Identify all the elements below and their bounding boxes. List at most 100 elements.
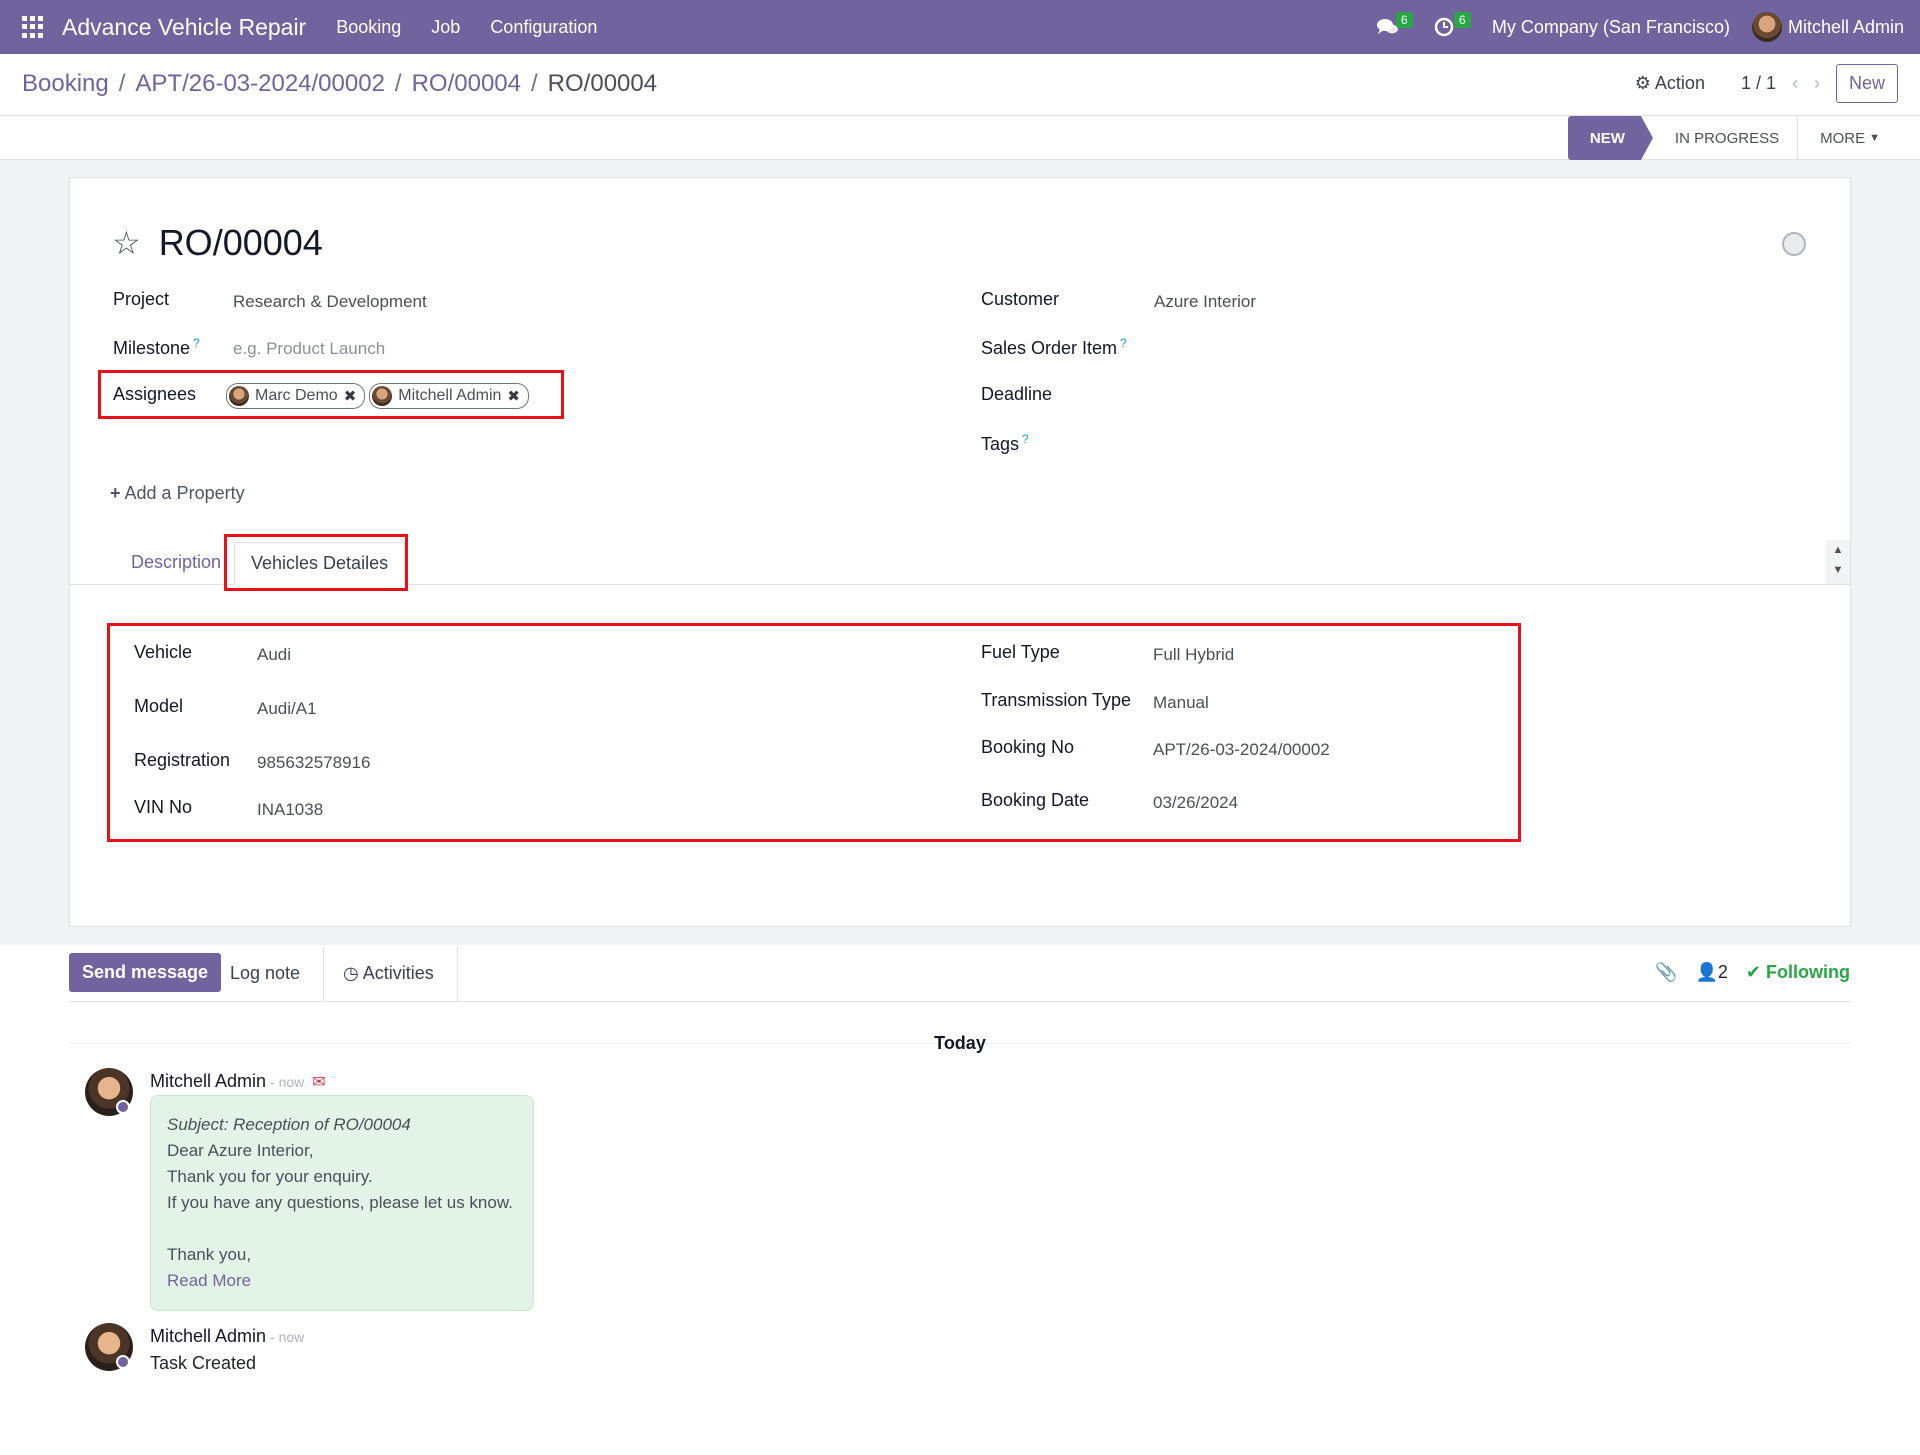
check-icon: ✔ [1745, 962, 1761, 982]
today-label: Today [934, 1033, 986, 1053]
star-icon[interactable]: ☆ [112, 227, 141, 259]
control-panel: Booking / APT/26-03-2024/00002 / RO/0000… [0, 54, 1920, 116]
activities-badge: 6 [1453, 12, 1471, 28]
top-navbar: Advance Vehicle Repair Booking Job Confi… [0, 0, 1920, 54]
followers-button[interactable]: 👤2 [1695, 962, 1727, 983]
breadcrumb-booking[interactable]: Booking [22, 70, 109, 98]
breadcrumb-separator: / [394, 70, 402, 97]
customer-field[interactable]: Azure Interior [1154, 292, 1256, 312]
divider [323, 946, 324, 1002]
scroll-arrows[interactable]: ▲ ▼ [1826, 540, 1850, 584]
breadcrumb-repair-order[interactable]: RO/00004 [412, 70, 521, 98]
company-switcher[interactable]: My Company (San Francisco) [1492, 17, 1730, 38]
user-name: Mitchell Admin [1787, 16, 1904, 37]
menu-booking[interactable]: Booking [336, 17, 401, 38]
highlight-box-assignees [98, 370, 564, 419]
chatter-topbar [69, 946, 1851, 1002]
add-property-label: Add a Property [124, 483, 245, 503]
chevron-right-icon[interactable]: › [1814, 73, 1820, 94]
apps-grid-icon[interactable] [22, 16, 44, 38]
customer-label: Customer [981, 289, 1060, 309]
clock-icon [1434, 17, 1454, 37]
tab-description[interactable]: Description [131, 552, 221, 573]
highlight-box-vehicle-details [107, 623, 1521, 842]
breadcrumb-separator: / [531, 70, 538, 97]
deadline-label: Deadline [981, 384, 1053, 404]
milestone-label: Milestone? [113, 336, 200, 359]
read-more-link[interactable]: Read More [167, 1268, 517, 1294]
message-header: Mitchell Admin - now [150, 1326, 304, 1347]
new-button[interactable]: New [1835, 64, 1898, 103]
user-icon: 👤 [1695, 962, 1718, 982]
breadcrumb: Booking / APT/26-03-2024/00002 / RO/0000… [22, 70, 657, 98]
breadcrumb-appointment[interactable]: APT/26-03-2024/00002 [135, 70, 385, 98]
online-status-icon [116, 1355, 130, 1369]
app-name[interactable]: Advance Vehicle Repair [62, 14, 306, 41]
messaging-menu[interactable]: 6 [1376, 12, 1413, 42]
activities-button[interactable]: ◷ Activities [343, 963, 434, 984]
help-icon[interactable]: ? [193, 336, 200, 350]
kanban-state-circle[interactable] [1782, 232, 1806, 256]
highlight-box-tab [224, 534, 408, 591]
following-button[interactable]: ✔ Following [1746, 962, 1850, 983]
stage-statusbar: NEW IN PROGRESS MORE ▼ [1568, 116, 1898, 160]
status-bar-row: NEW IN PROGRESS MORE ▼ [0, 116, 1920, 160]
chatter-right: 📎 👤2 ✔ Following [1655, 962, 1850, 983]
action-label: Action [1654, 73, 1705, 93]
stage-new[interactable]: NEW [1568, 116, 1653, 160]
caret-up-icon[interactable]: ▲ [1826, 540, 1850, 560]
project-label: Project [113, 289, 170, 309]
caret-down-icon[interactable]: ▼ [1826, 560, 1850, 580]
breadcrumb-separator: / [118, 70, 126, 97]
pager-value[interactable]: 1 / 1 [1741, 73, 1776, 94]
navbar-systray: 6 6 My Company (San Francisco) Mitchell … [1376, 0, 1904, 54]
message-time: - now [270, 1329, 305, 1345]
message-bubble: Subject: Reception of RO/00004 Dear Azur… [150, 1095, 534, 1311]
message-line: If you have any questions, please let us… [167, 1193, 513, 1212]
message-author[interactable]: Mitchell Admin [150, 1326, 266, 1346]
stage-in-progress[interactable]: IN PROGRESS [1653, 116, 1799, 160]
task-title[interactable]: RO/00004 [159, 222, 323, 264]
message-author[interactable]: Mitchell Admin [150, 1071, 266, 1091]
tags-label-text: Tags [981, 434, 1020, 454]
message-subject: Subject: Reception of RO/00004 [167, 1115, 411, 1134]
milestone-label-text: Milestone [113, 338, 191, 358]
tags-label: Tags? [981, 432, 1029, 455]
activities-label: Activities [362, 963, 434, 983]
send-message-button[interactable]: Send message [69, 953, 222, 992]
sales-order-item-label: Sales Order Item? [981, 336, 1127, 359]
message-line [167, 1216, 517, 1242]
message-line: Thank you, [167, 1245, 252, 1264]
message-header: Mitchell Admin - now ✉ [150, 1071, 326, 1092]
caret-down-icon: ▼ [1869, 132, 1880, 144]
divider [457, 946, 458, 1002]
plus-icon: + [110, 483, 121, 503]
stage-more-dropdown[interactable]: MORE ▼ [1798, 116, 1898, 160]
project-field[interactable]: Research & Development [233, 292, 427, 312]
user-menu[interactable]: Mitchell Admin [1751, 12, 1904, 42]
title-row: ☆ RO/00004 [112, 222, 323, 264]
milestone-field[interactable]: e.g. Product Launch [233, 339, 385, 359]
menu-configuration[interactable]: Configuration [490, 17, 597, 38]
main-menu: Booking Job Configuration [336, 17, 597, 38]
activity-menu[interactable]: 6 [1434, 12, 1471, 42]
help-icon[interactable]: ? [1022, 432, 1029, 446]
help-icon[interactable]: ? [1120, 336, 1127, 350]
menu-job[interactable]: Job [431, 17, 460, 38]
following-label: Following [1766, 962, 1850, 982]
online-status-icon [116, 1100, 130, 1114]
paperclip-icon[interactable]: 📎 [1655, 962, 1677, 983]
action-button[interactable]: ⚙ Action [1635, 73, 1705, 94]
sales-order-item-label-text: Sales Order Item [981, 338, 1118, 358]
log-note-button[interactable]: Log note [230, 963, 300, 984]
message-body: Task Created [150, 1353, 257, 1373]
message-line: Thank you for your enquiry. [167, 1167, 373, 1186]
user-avatar [1751, 12, 1782, 42]
stage-more-label: MORE [1820, 129, 1866, 147]
followers-count: 2 [1717, 962, 1728, 982]
add-property-button[interactable]: + Add a Property [110, 483, 245, 504]
chevron-left-icon[interactable]: ‹ [1792, 73, 1798, 94]
breadcrumb-current: RO/00004 [547, 70, 658, 97]
control-right: ⚙ Action 1 / 1 ‹ › New [1635, 64, 1898, 103]
clock-icon: ◷ [343, 963, 359, 983]
